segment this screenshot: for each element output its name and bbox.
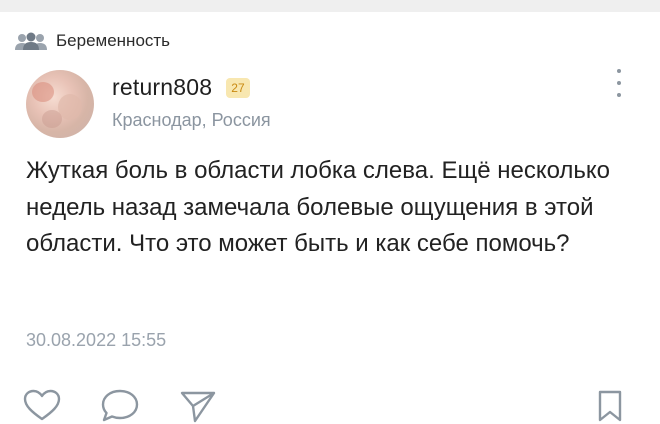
community-header[interactable]: Беременность bbox=[14, 28, 170, 54]
group-icon bbox=[15, 32, 47, 50]
post-author: return808 27 Краснодар, Россия bbox=[26, 70, 271, 138]
status-strip bbox=[0, 0, 660, 12]
post-text: Жуткая боль в области лобка слева. Ещё н… bbox=[26, 157, 611, 257]
heart-icon[interactable] bbox=[22, 388, 62, 424]
avatar[interactable] bbox=[26, 70, 94, 138]
author-meta: return808 27 Краснодар, Россия bbox=[112, 74, 271, 131]
author-location: Краснодар, Россия bbox=[112, 110, 271, 130]
community-name: Беременность bbox=[56, 31, 171, 50]
post-timestamp: 30.08.2022 15:55 bbox=[26, 330, 167, 350]
more-vertical-icon[interactable] bbox=[611, 66, 627, 100]
author-username[interactable]: return808 bbox=[112, 74, 212, 101]
send-icon[interactable] bbox=[178, 388, 218, 424]
comment-icon[interactable] bbox=[100, 388, 140, 424]
bookmark-icon[interactable] bbox=[594, 388, 626, 424]
author-badge: 27 bbox=[226, 77, 250, 98]
